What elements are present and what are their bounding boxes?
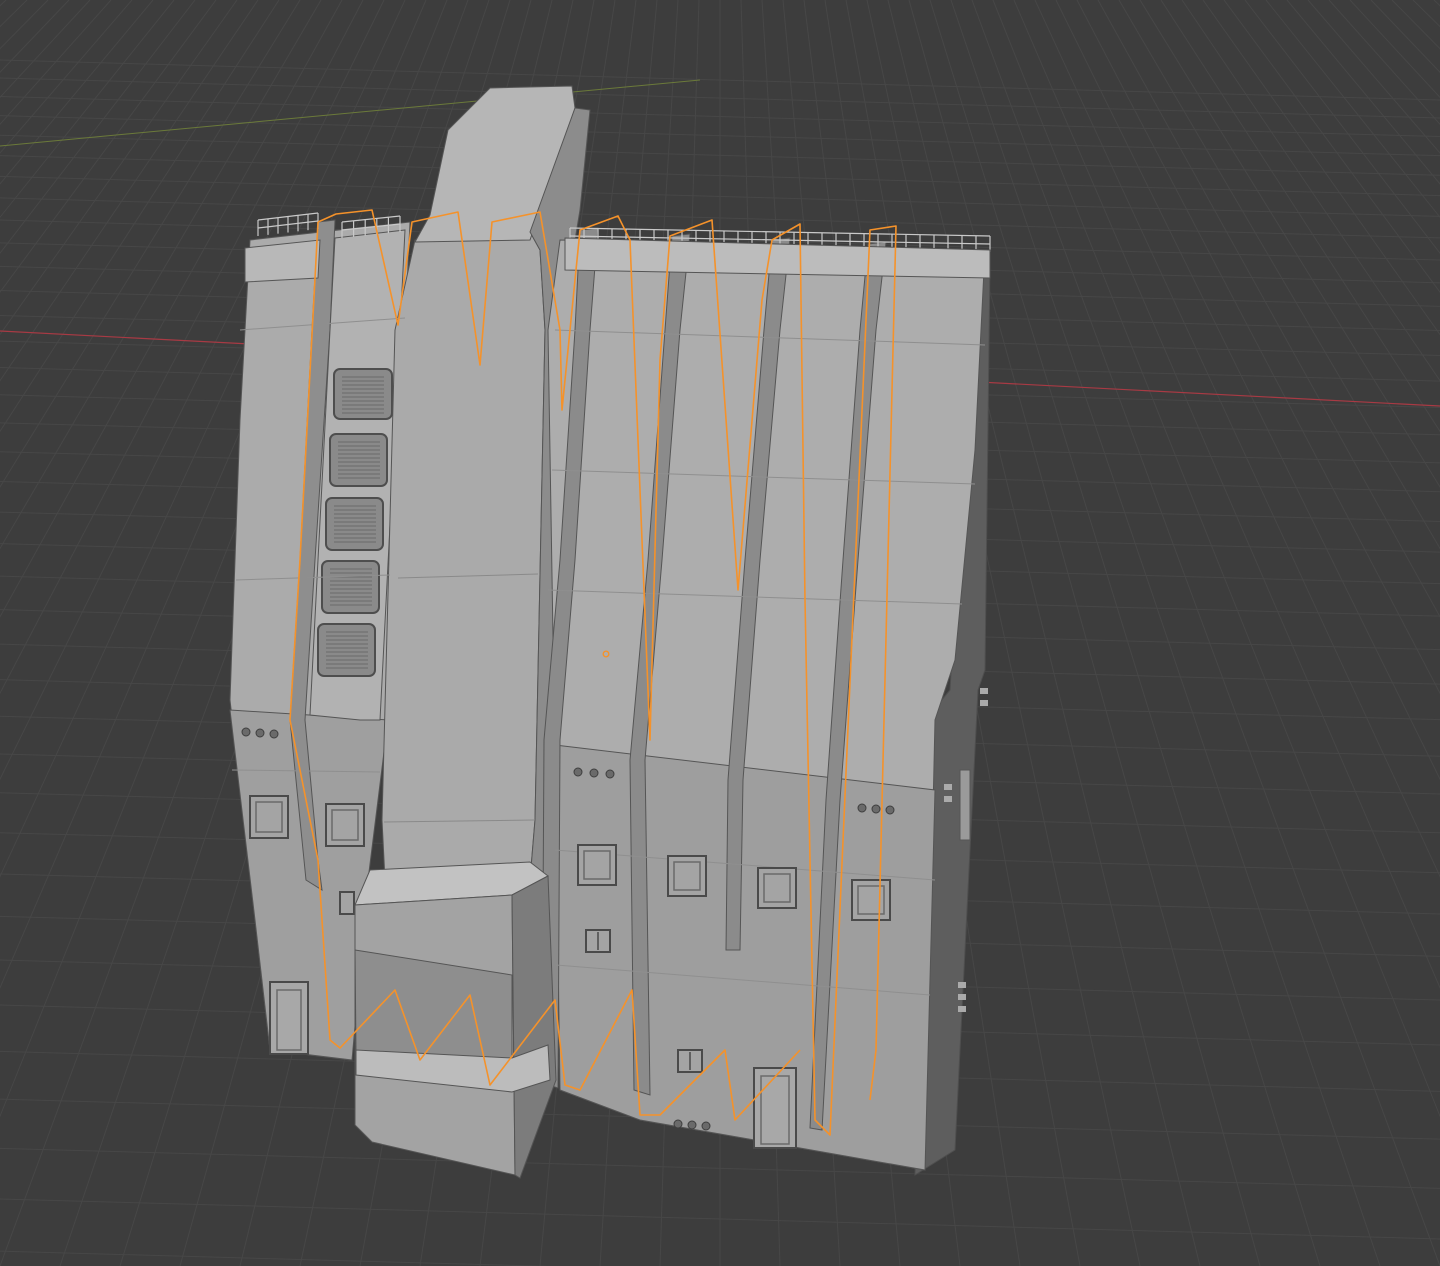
building-mesh[interactable] (229, 85, 991, 1179)
side-bolt (944, 784, 952, 790)
left-roof-ledge (244, 239, 321, 283)
side-bolt (958, 982, 966, 988)
3d-viewport[interactable] (0, 0, 1440, 1266)
viewport-canvas[interactable] (0, 0, 1440, 1266)
side-bolt (944, 796, 952, 802)
side-bolt (958, 994, 966, 1000)
central-tower-face (381, 231, 546, 881)
door (269, 981, 309, 1055)
small-window (339, 891, 355, 915)
side-bolt (980, 700, 988, 706)
side-bolt (980, 688, 988, 694)
side-bolt (958, 1006, 966, 1012)
side-panel (959, 769, 971, 841)
